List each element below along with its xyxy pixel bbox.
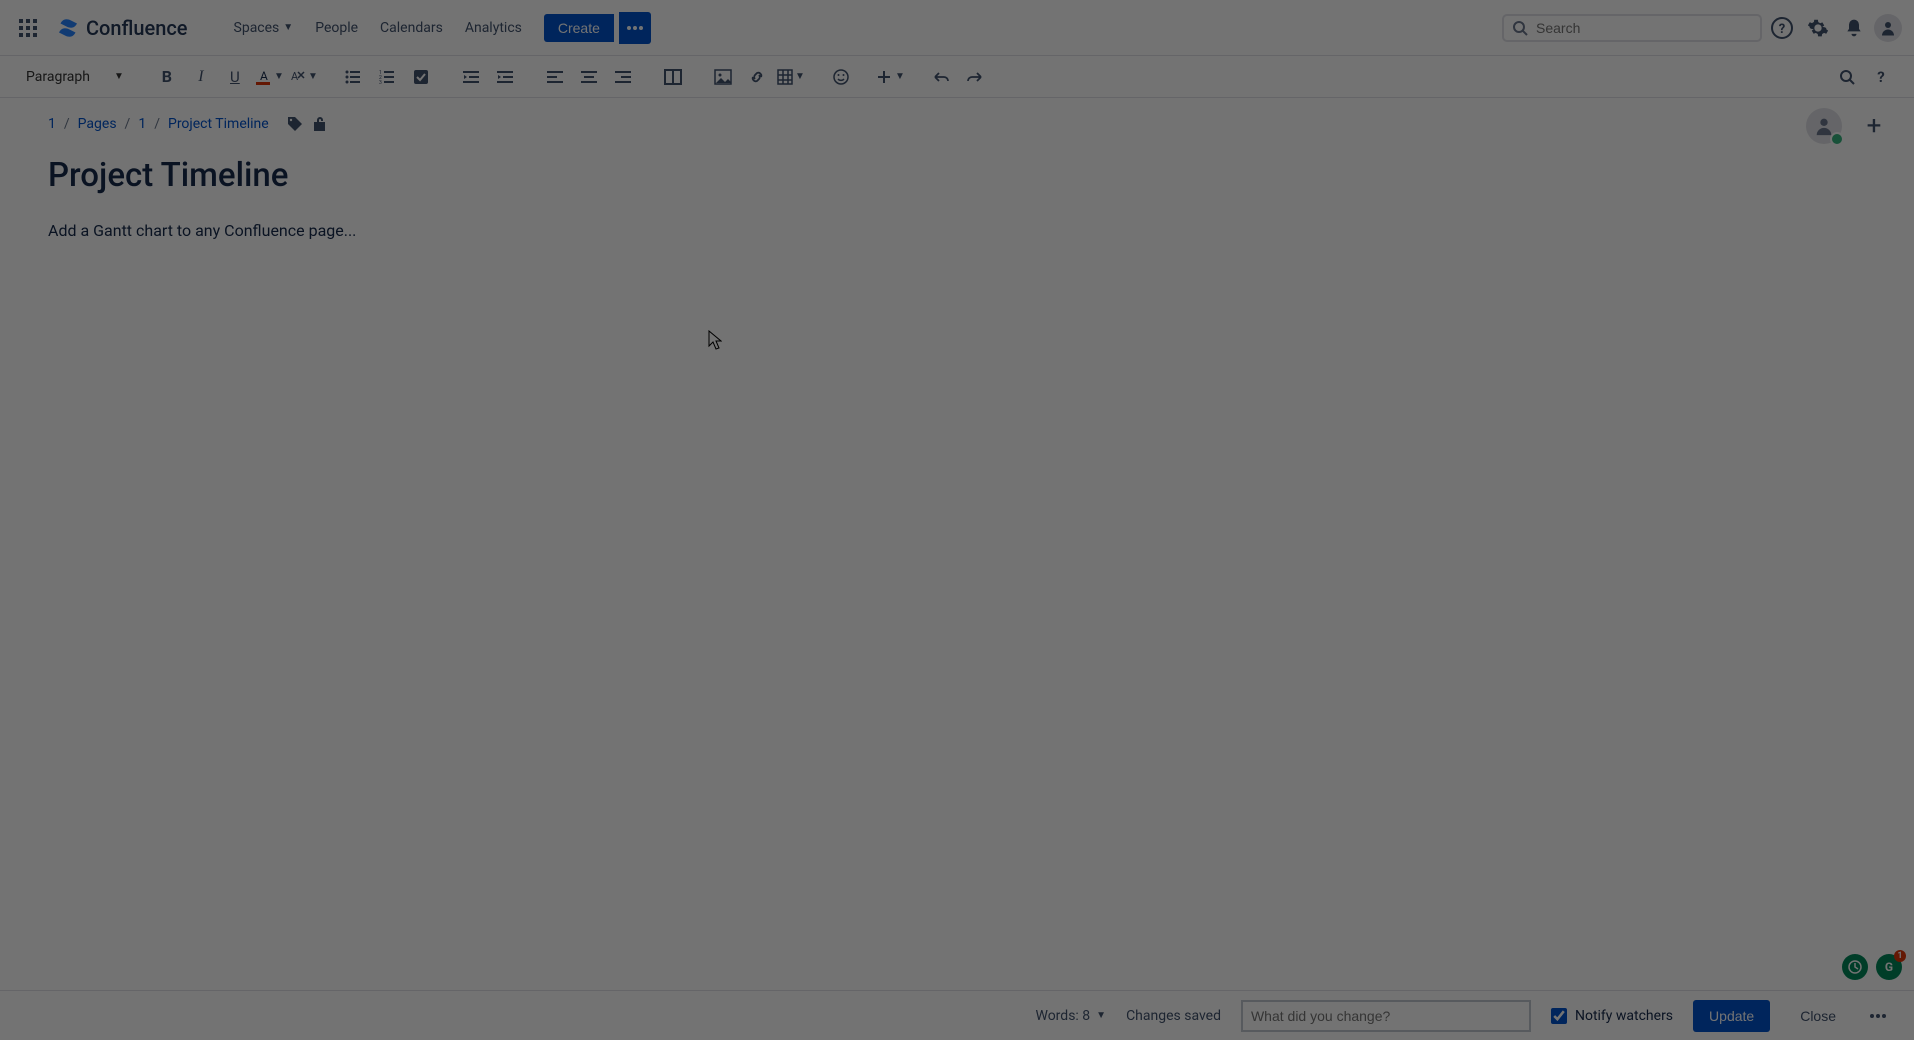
word-count-label: Words: 8 bbox=[1035, 1008, 1090, 1024]
align-center-button[interactable] bbox=[574, 62, 604, 92]
align-right-button[interactable] bbox=[608, 62, 638, 92]
update-button[interactable]: Update bbox=[1693, 1000, 1770, 1032]
image-button[interactable] bbox=[708, 62, 738, 92]
confluence-logo[interactable]: Confluence bbox=[48, 16, 196, 40]
chevron-down-icon: ▼ bbox=[308, 71, 318, 82]
floating-widgets: G 1 bbox=[1842, 954, 1902, 980]
notify-watchers-toggle[interactable]: Notify watchers bbox=[1551, 1008, 1673, 1024]
align-left-button[interactable] bbox=[540, 62, 570, 92]
layout-button[interactable] bbox=[658, 62, 688, 92]
svg-text:A: A bbox=[291, 70, 299, 83]
page-title[interactable]: Project Timeline bbox=[48, 156, 1866, 195]
create-button[interactable]: Create bbox=[544, 14, 614, 42]
chevron-down-icon: ▼ bbox=[114, 71, 124, 82]
svg-text:3: 3 bbox=[379, 80, 382, 85]
editor-toolbar: Paragraph ▼ B I U A ▼ A ▼ 123 bbox=[0, 56, 1914, 98]
redo-button[interactable] bbox=[960, 62, 990, 92]
numbered-list-button[interactable]: 123 bbox=[372, 62, 402, 92]
breadcrumb-current[interactable]: Project Timeline bbox=[168, 116, 269, 132]
paragraph-style-dropdown[interactable]: Paragraph ▼ bbox=[18, 65, 132, 89]
crumb-separator: / bbox=[64, 116, 70, 132]
help-icon[interactable]: ? bbox=[1766, 12, 1798, 44]
grammarly-badge: 1 bbox=[1894, 950, 1906, 962]
chevron-down-icon: ▼ bbox=[795, 71, 805, 82]
word-count[interactable]: Words: 8 ▼ bbox=[1035, 1008, 1106, 1024]
search-box[interactable] bbox=[1502, 14, 1762, 42]
nav-people-label: People bbox=[315, 20, 358, 36]
chevron-down-icon: ▼ bbox=[283, 22, 293, 33]
chevron-down-icon: ▼ bbox=[895, 71, 905, 82]
grammarly-widget-1[interactable] bbox=[1842, 954, 1868, 980]
table-button[interactable]: ▼ bbox=[776, 62, 806, 92]
bottom-bar: Words: 8 ▼ Changes saved Notify watchers… bbox=[0, 990, 1914, 1040]
svg-text:?: ? bbox=[1779, 22, 1785, 37]
page-editor-area: 1 / Pages / 1 / Project Timeline Project… bbox=[0, 98, 1914, 990]
product-name: Confluence bbox=[86, 16, 188, 40]
version-comment-input[interactable] bbox=[1241, 1000, 1531, 1032]
chevron-down-icon: ▼ bbox=[1096, 1010, 1106, 1021]
outdent-button[interactable] bbox=[456, 62, 486, 92]
collaborator-avatar[interactable] bbox=[1806, 108, 1842, 144]
breadcrumb-parent[interactable]: 1 bbox=[138, 116, 146, 132]
save-status: Changes saved bbox=[1126, 1008, 1221, 1024]
nav-analytics[interactable]: Analytics bbox=[455, 14, 532, 42]
insert-more-button[interactable]: ▼ bbox=[876, 62, 906, 92]
find-replace-button[interactable] bbox=[1832, 62, 1862, 92]
crumb-separator: / bbox=[154, 116, 160, 132]
italic-button[interactable]: I bbox=[186, 62, 216, 92]
labels-icon[interactable] bbox=[287, 116, 303, 132]
undo-button[interactable] bbox=[926, 62, 956, 92]
link-button[interactable] bbox=[742, 62, 772, 92]
page-tools: + bbox=[1806, 108, 1890, 144]
cursor-icon bbox=[708, 330, 722, 350]
breadcrumb-pages[interactable]: Pages bbox=[78, 116, 117, 132]
grammarly-widget-2[interactable]: G 1 bbox=[1876, 954, 1902, 980]
clear-formatting-button[interactable]: A ▼ bbox=[288, 62, 318, 92]
editor-help-button[interactable]: ? bbox=[1866, 62, 1896, 92]
nav-links: Spaces ▼ People Calendars Analytics bbox=[224, 14, 532, 42]
text-color-button[interactable]: A ▼ bbox=[254, 62, 284, 92]
close-button[interactable]: Close bbox=[1790, 1000, 1846, 1032]
nav-spaces[interactable]: Spaces ▼ bbox=[224, 14, 304, 42]
chevron-down-icon: ▼ bbox=[274, 71, 284, 82]
invite-collaborator-button[interactable]: + bbox=[1858, 110, 1890, 142]
nav-spaces-label: Spaces bbox=[234, 20, 280, 36]
search-input[interactable] bbox=[1536, 20, 1752, 36]
nav-people[interactable]: People bbox=[305, 14, 368, 42]
bullet-list-button[interactable] bbox=[338, 62, 368, 92]
nav-calendars-label: Calendars bbox=[380, 20, 443, 36]
nav-analytics-label: Analytics bbox=[465, 20, 522, 36]
notify-watchers-label: Notify watchers bbox=[1575, 1008, 1673, 1024]
emoji-button[interactable] bbox=[826, 62, 856, 92]
nav-calendars[interactable]: Calendars bbox=[370, 14, 453, 42]
bold-button[interactable]: B bbox=[152, 62, 182, 92]
breadcrumbs: 1 / Pages / 1 / Project Timeline bbox=[48, 116, 1866, 132]
presence-badge bbox=[1830, 132, 1844, 146]
create-more-button[interactable] bbox=[619, 12, 651, 44]
app-switcher-icon[interactable] bbox=[12, 12, 44, 44]
paragraph-style-label: Paragraph bbox=[26, 69, 90, 85]
user-avatar[interactable] bbox=[1874, 14, 1902, 42]
task-list-button[interactable] bbox=[406, 62, 436, 92]
svg-text:A: A bbox=[260, 69, 268, 83]
svg-text:?: ? bbox=[1877, 68, 1884, 86]
search-icon bbox=[1512, 20, 1528, 36]
settings-icon[interactable] bbox=[1802, 12, 1834, 44]
page-body[interactable]: Add a Gantt chart to any Confluence page… bbox=[48, 219, 1866, 243]
top-nav: Confluence Spaces ▼ People Calendars Ana… bbox=[0, 0, 1914, 56]
crumb-separator: / bbox=[125, 116, 131, 132]
breadcrumb-space[interactable]: 1 bbox=[48, 116, 56, 132]
underline-button[interactable]: U bbox=[220, 62, 250, 92]
notifications-icon[interactable] bbox=[1838, 12, 1870, 44]
indent-button[interactable] bbox=[490, 62, 520, 92]
notify-watchers-checkbox[interactable] bbox=[1551, 1008, 1567, 1024]
restrictions-icon[interactable] bbox=[313, 116, 327, 132]
more-actions-button[interactable] bbox=[1866, 1010, 1890, 1022]
